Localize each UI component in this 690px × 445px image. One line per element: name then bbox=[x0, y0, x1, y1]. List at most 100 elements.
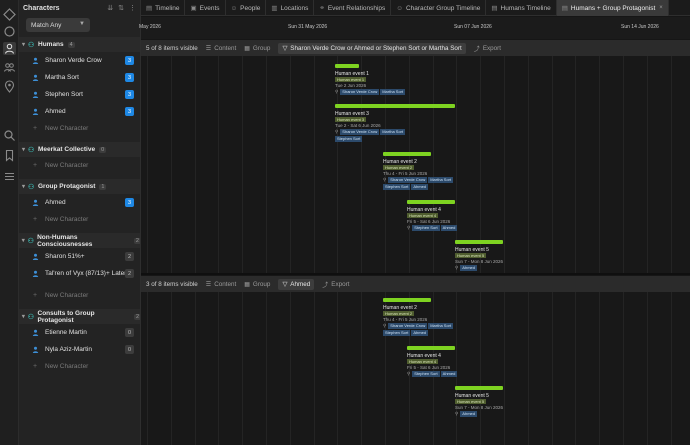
timeline-event[interactable]: Human event 2 Human event 2 Thu 4 - Fri 5 … bbox=[383, 298, 478, 338]
collapse-all-icon[interactable]: ⇊ bbox=[107, 4, 113, 12]
tab-humans-timeline[interactable]: ▤ Humans Timeline bbox=[486, 0, 557, 16]
timeline-event[interactable]: Human event 1 Human event 1 Tue 2 Jun 2026… bbox=[335, 64, 430, 104]
match-mode-value: Match Any bbox=[31, 21, 62, 29]
panel1-toolbar: 5 of 8 items visible ☰ Content ▦ Group ▽ Sh… bbox=[141, 40, 690, 56]
tab-timeline[interactable]: ▤ Timeline bbox=[141, 0, 186, 16]
tab-event-relationships[interactable]: ⚭ Event Relationships bbox=[314, 0, 392, 16]
gridline bbox=[314, 292, 315, 445]
content-toggle[interactable]: ☰ Content bbox=[206, 281, 236, 288]
new-character-button[interactable]: + New Character bbox=[19, 287, 140, 304]
list-icon[interactable] bbox=[3, 170, 16, 183]
group-header[interactable]: ▾ ⚇ Group Protagonist 1 bbox=[19, 179, 140, 194]
group-header[interactable]: ▾ ⚇ Non-Humans Consciousnesses 2 bbox=[19, 233, 140, 248]
panel1-timeline[interactable]: Human event 1 Human event 1 Tue 2 Jun 2026… bbox=[141, 56, 690, 273]
export-button[interactable]: ⤴ Export bbox=[322, 280, 349, 289]
event-bar[interactable] bbox=[407, 346, 455, 350]
export-button[interactable]: ⤴ Export bbox=[474, 44, 501, 53]
timeline-event[interactable]: Human event 5 Human event 5 Sun 7 - Mon 8 … bbox=[455, 386, 550, 426]
chevron-down-icon: ▼ bbox=[79, 21, 85, 27]
gridline bbox=[171, 292, 172, 445]
panel-divider[interactable] bbox=[141, 273, 690, 275]
character-item[interactable]: Ahmed 3 bbox=[19, 103, 140, 120]
tab-locations[interactable]: ▥ Locations bbox=[266, 0, 315, 16]
group-toggle[interactable]: ▦ Group bbox=[244, 281, 270, 288]
diamond-icon[interactable] bbox=[3, 8, 16, 21]
group-header[interactable]: ▾ ⚇ Consults to Group Protagonist 2 bbox=[19, 309, 140, 324]
event-count-badge: 3 bbox=[125, 107, 134, 116]
event-bar[interactable] bbox=[335, 104, 455, 108]
export-icon: ⤴ bbox=[473, 46, 480, 53]
gridline bbox=[266, 56, 267, 273]
search-icon[interactable] bbox=[3, 129, 16, 142]
chevron-down-icon[interactable]: ▾ bbox=[19, 237, 28, 244]
gridline bbox=[314, 56, 315, 273]
event-bar[interactable] bbox=[383, 298, 431, 302]
gridline bbox=[575, 56, 576, 273]
people-icon[interactable] bbox=[3, 61, 16, 74]
event-bar[interactable] bbox=[407, 200, 455, 204]
group-header[interactable]: ▾ ⚇ Humans 4 bbox=[19, 37, 140, 52]
character-name: Tal'ren of Vyx (87/13)+ Later bbox=[45, 270, 127, 277]
gridline bbox=[671, 56, 672, 273]
new-character-button[interactable]: + New Character bbox=[19, 211, 140, 228]
new-character-label: New Character bbox=[45, 216, 89, 223]
filter-label: Sharon Verde Crow or Ahmed or Stephen So… bbox=[290, 44, 462, 52]
chevron-down-icon[interactable]: ▾ bbox=[19, 313, 28, 320]
bookmark-icon[interactable] bbox=[3, 149, 16, 162]
content-label: Content bbox=[214, 44, 237, 52]
new-character-button[interactable]: + New Character bbox=[19, 358, 140, 375]
gridline bbox=[623, 292, 624, 445]
group-label: Group bbox=[252, 44, 271, 52]
character-item[interactable]: Martha Sort 3 bbox=[19, 69, 140, 86]
tab-people[interactable]: ☺ People bbox=[226, 0, 267, 16]
location-icon[interactable] bbox=[3, 80, 16, 93]
character-item[interactable]: Etienne Martin 0 bbox=[19, 324, 140, 341]
chevron-down-icon[interactable]: ▾ bbox=[19, 41, 28, 48]
event-bar[interactable] bbox=[455, 240, 503, 244]
gridline bbox=[218, 292, 219, 445]
new-character-button[interactable]: + New Character bbox=[19, 157, 140, 174]
timeline-event[interactable]: Human event 3 Human event 3 Tue 2 - Sat 6 … bbox=[335, 104, 455, 144]
event-bar[interactable] bbox=[455, 386, 503, 390]
group-header[interactable]: ▾ ⚇ Meerkat Collective 0 bbox=[19, 142, 140, 157]
character-item[interactable]: Sharon Verde Crow 3 bbox=[19, 52, 140, 69]
character-item[interactable]: Sharon 51%+ 2 bbox=[19, 248, 140, 265]
character-chip: Stephen Sort bbox=[383, 330, 411, 336]
export-icon: ⤴ bbox=[322, 282, 329, 289]
tab-label: Events bbox=[199, 4, 220, 12]
close-icon[interactable]: × bbox=[659, 5, 663, 11]
panel2-timeline[interactable]: Human event 2 Human event 2 Thu 4 - Fri 5 … bbox=[141, 292, 690, 445]
person-icon[interactable] bbox=[3, 42, 16, 55]
tab-humans-group-protagonist[interactable]: ▤ Humans + Group Protagonist × bbox=[556, 0, 669, 16]
timeline-event[interactable]: Human event 5 Human event 5 Sun 7 - Mon 8 … bbox=[455, 240, 550, 273]
person-icon bbox=[32, 253, 39, 260]
character-item[interactable]: Ahmed 3 bbox=[19, 194, 140, 211]
filter-chip[interactable]: ▽ Ahmed bbox=[278, 278, 315, 290]
gridline bbox=[195, 56, 196, 273]
export-label: Export bbox=[331, 280, 350, 288]
tab-events[interactable]: ▣ Events bbox=[185, 0, 226, 16]
chevron-down-icon[interactable]: ▾ bbox=[19, 183, 28, 190]
character-item[interactable]: Nyla Aziz-Martin 0 bbox=[19, 341, 140, 358]
character-item[interactable]: Stephen Sort 3 bbox=[19, 86, 140, 103]
more-icon[interactable]: ⋮ bbox=[129, 4, 136, 12]
character-item[interactable]: Tal'ren of Vyx (87/13)+ Later 2 bbox=[19, 265, 140, 282]
timeline-axis: May 2026 Sun 31 May 2026 Sun 07 Jun 2026 Su… bbox=[139, 17, 690, 39]
circle-icon[interactable] bbox=[3, 25, 16, 38]
sort-icon[interactable]: ⇅ bbox=[118, 4, 124, 12]
timeline-event[interactable]: Human event 4 Human event 4 Fri 5 - Sat 6 … bbox=[407, 346, 502, 386]
chevron-down-icon[interactable]: ▾ bbox=[19, 146, 28, 153]
character-chip: Stephen Sort bbox=[335, 136, 363, 142]
filter-icon: ▽ bbox=[282, 44, 288, 52]
new-character-button[interactable]: + New Character bbox=[19, 120, 140, 137]
group-toggle[interactable]: ▦ Group bbox=[244, 45, 270, 52]
timeline-event[interactable]: Human event 4 Human event 4 Fri 5 - Sat 6 … bbox=[407, 200, 502, 240]
match-mode-select[interactable]: Match Any ▼ bbox=[26, 18, 90, 32]
timeline-event[interactable]: Human event 2 Human event 2 Thu 4 - Fri 5 … bbox=[383, 152, 478, 192]
filter-chip[interactable]: ▽ Sharon Verde Crow or Ahmed or Stephen S… bbox=[278, 42, 466, 54]
group-icon: ⚇ bbox=[28, 146, 35, 154]
tab-character-group-timeline[interactable]: ☺ Character Group Timeline bbox=[391, 0, 487, 16]
event-bar[interactable] bbox=[335, 64, 359, 68]
content-toggle[interactable]: ☰ Content bbox=[206, 45, 236, 52]
event-bar[interactable] bbox=[383, 152, 431, 156]
